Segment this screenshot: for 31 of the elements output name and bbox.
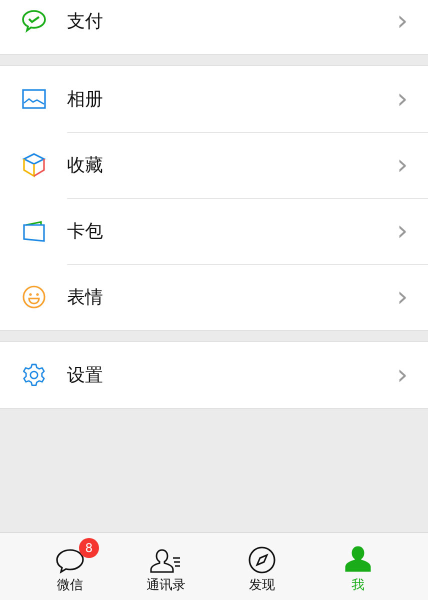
menu-label: 支付	[67, 10, 103, 33]
tab[interactable]: 8 微信	[22, 533, 118, 600]
contacts-icon	[149, 548, 183, 574]
chevron-icon: ›	[396, 84, 408, 112]
smiley-icon	[22, 285, 46, 309]
chevron-icon: ›	[396, 361, 408, 389]
menu-item[interactable]: 卡包 ›	[0, 198, 428, 264]
menu-item[interactable]: 相册 ›	[0, 66, 428, 132]
person-icon	[344, 546, 372, 574]
unread-count: 8	[79, 538, 99, 558]
gear-icon	[22, 363, 46, 387]
cube-icon	[22, 152, 46, 178]
menu-item[interactable]: 设置 ›	[0, 342, 428, 408]
menu-item[interactable]: 收藏 ›	[0, 132, 428, 198]
compass-icon	[248, 546, 276, 574]
tab[interactable]: 发现	[214, 533, 310, 600]
tab[interactable]: 通讯录	[118, 533, 214, 600]
menu-item[interactable]: 表情 ›	[0, 264, 428, 330]
chat-bubble-icon	[55, 548, 85, 574]
menu-label: 收藏	[67, 154, 103, 176]
menu-label: 表情	[67, 286, 103, 309]
menu-label: 设置	[67, 364, 103, 387]
card-icon	[22, 220, 46, 242]
chevron-icon: ›	[396, 150, 408, 178]
menu-item[interactable]: 支付 ›	[0, 0, 428, 54]
chevron-icon: ›	[396, 7, 408, 35]
chevron-icon: ›	[396, 283, 408, 311]
menu-label: 相册	[67, 88, 103, 110]
chevron-icon: ›	[396, 216, 408, 244]
menu-label: 卡包	[67, 220, 103, 242]
picture-icon	[22, 89, 46, 109]
